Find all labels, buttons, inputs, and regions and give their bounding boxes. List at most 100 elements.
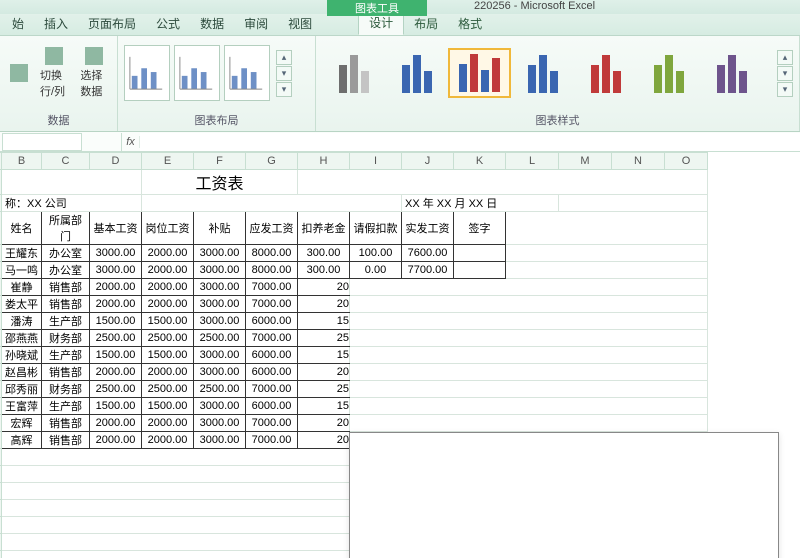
cell[interactable]: XX 年 XX 月 XX 日 xyxy=(402,195,559,212)
cell[interactable]: 1500.00 xyxy=(90,398,142,415)
cell[interactable]: 2000.00 xyxy=(142,296,194,313)
col-header-B[interactable]: B xyxy=(2,153,42,170)
cell[interactable]: 称：XX 公司 xyxy=(2,195,142,212)
cell[interactable]: 2000.00 xyxy=(142,364,194,381)
chart-layout-2[interactable] xyxy=(174,45,220,101)
cell[interactable]: 王耀东 xyxy=(2,245,42,262)
cell[interactable]: 崔静 xyxy=(2,279,42,296)
cell[interactable]: 马一鸣 xyxy=(2,262,42,279)
cell[interactable]: 2000.00 xyxy=(90,432,142,449)
cell[interactable]: 基本工资 xyxy=(90,212,142,245)
cell[interactable]: 1500.00 xyxy=(142,398,194,415)
cell[interactable] xyxy=(454,262,506,279)
cell[interactable]: 邱秀丽 xyxy=(2,381,42,398)
cell[interactable]: 2000.00 xyxy=(90,364,142,381)
col-header-N[interactable]: N xyxy=(612,153,665,170)
chart-layout-3[interactable] xyxy=(224,45,270,101)
cell[interactable]: 15 xyxy=(298,313,350,330)
cell[interactable] xyxy=(350,296,708,313)
cell[interactable]: 300.00 xyxy=(298,245,350,262)
cell[interactable]: 15 xyxy=(298,398,350,415)
cell[interactable] xyxy=(350,398,708,415)
cell[interactable]: 补贴 xyxy=(194,212,246,245)
cell[interactable]: 请假扣款 xyxy=(350,212,402,245)
cell[interactable] xyxy=(142,195,402,212)
cell[interactable]: 3000.00 xyxy=(194,296,246,313)
cell[interactable]: 3000.00 xyxy=(194,279,246,296)
cell[interactable]: 3000.00 xyxy=(194,245,246,262)
cell[interactable]: 3000.00 xyxy=(194,432,246,449)
cell[interactable]: 1500.00 xyxy=(142,347,194,364)
chart-style-4[interactable] xyxy=(511,48,574,98)
tab-review[interactable]: 审阅 xyxy=(234,12,278,35)
chart-layout-1[interactable] xyxy=(124,45,170,101)
cell[interactable]: 25 xyxy=(298,381,350,398)
cell[interactable]: 应发工资 xyxy=(246,212,298,245)
cell[interactable]: 岗位工资 xyxy=(142,212,194,245)
tab-home-partial[interactable]: 始 xyxy=(2,12,34,35)
cell[interactable]: 7000.00 xyxy=(246,330,298,347)
cell[interactable]: 3000.00 xyxy=(194,364,246,381)
cell[interactable] xyxy=(350,279,708,296)
col-header-D[interactable]: D xyxy=(90,153,142,170)
cell[interactable]: 所属部门 xyxy=(42,212,90,245)
cell[interactable] xyxy=(350,347,708,364)
formula-input[interactable] xyxy=(140,133,800,151)
cell[interactable]: 3000.00 xyxy=(90,262,142,279)
cell[interactable]: 20 xyxy=(298,415,350,432)
cell[interactable] xyxy=(298,170,708,195)
cell[interactable]: 7000.00 xyxy=(246,432,298,449)
cell[interactable]: 6000.00 xyxy=(246,398,298,415)
cell[interactable] xyxy=(506,262,708,279)
cell[interactable]: 3000.00 xyxy=(90,245,142,262)
cell[interactable]: 销售部 xyxy=(42,432,90,449)
cell[interactable]: 实发工资 xyxy=(402,212,454,245)
col-header-J[interactable]: J xyxy=(402,153,454,170)
tab-format[interactable]: 格式 xyxy=(448,12,492,35)
cell[interactable]: 潘涛 xyxy=(2,313,42,330)
cell[interactable]: 财务部 xyxy=(42,330,90,347)
worksheet-area[interactable]: BCDEFGHIJKLMNO 工资表称：XX 公司XX 年 XX 月 XX 日姓… xyxy=(0,152,800,558)
chart-style-3[interactable] xyxy=(448,48,511,98)
cell[interactable]: 2500.00 xyxy=(90,381,142,398)
cell[interactable]: 20 xyxy=(298,279,350,296)
chart-style-6[interactable] xyxy=(637,48,700,98)
cell[interactable]: 2000.00 xyxy=(142,262,194,279)
cell[interactable]: 20 xyxy=(298,296,350,313)
cell[interactable]: 1500.00 xyxy=(90,313,142,330)
cell[interactable]: 王富萍 xyxy=(2,398,42,415)
cell[interactable]: 7000.00 xyxy=(246,415,298,432)
chart-style-1[interactable] xyxy=(322,48,385,98)
switch-row-col-button[interactable]: 切换行/列 xyxy=(36,45,72,101)
cell[interactable]: 6000.00 xyxy=(246,313,298,330)
cell[interactable] xyxy=(454,245,506,262)
layout-scroll-up[interactable]: ▴ xyxy=(276,50,292,65)
cell[interactable]: 3000.00 xyxy=(194,398,246,415)
cell[interactable]: 3000.00 xyxy=(194,347,246,364)
cell[interactable] xyxy=(506,245,708,262)
cell[interactable]: 2500.00 xyxy=(194,381,246,398)
cell[interactable]: 3000.00 xyxy=(194,313,246,330)
col-header-G[interactable]: G xyxy=(246,153,298,170)
chart-style-7[interactable] xyxy=(700,48,763,98)
cell[interactable]: 25 xyxy=(298,330,350,347)
chart-style-5[interactable] xyxy=(574,48,637,98)
col-header-O[interactable]: O xyxy=(665,153,708,170)
embedded-chart-object[interactable] xyxy=(349,432,779,558)
style-scroll-down[interactable]: ▾ xyxy=(777,66,793,81)
cell[interactable]: 扣养老金 xyxy=(298,212,350,245)
tab-insert[interactable]: 插入 xyxy=(34,12,78,35)
col-header-C[interactable]: C xyxy=(42,153,90,170)
col-header-E[interactable]: E xyxy=(142,153,194,170)
cell[interactable]: 2000.00 xyxy=(142,415,194,432)
cell[interactable] xyxy=(350,415,708,432)
fx-label[interactable]: fx xyxy=(122,136,140,148)
chart-type-button[interactable] xyxy=(6,62,32,84)
cell[interactable]: 7600.00 xyxy=(402,245,454,262)
cell[interactable]: 孙晓斌 xyxy=(2,347,42,364)
cell[interactable]: 宏辉 xyxy=(2,415,42,432)
cell[interactable]: 娄太平 xyxy=(2,296,42,313)
cell[interactable]: 7000.00 xyxy=(246,381,298,398)
col-header-H[interactable]: H xyxy=(298,153,350,170)
col-header-L[interactable]: L xyxy=(506,153,559,170)
